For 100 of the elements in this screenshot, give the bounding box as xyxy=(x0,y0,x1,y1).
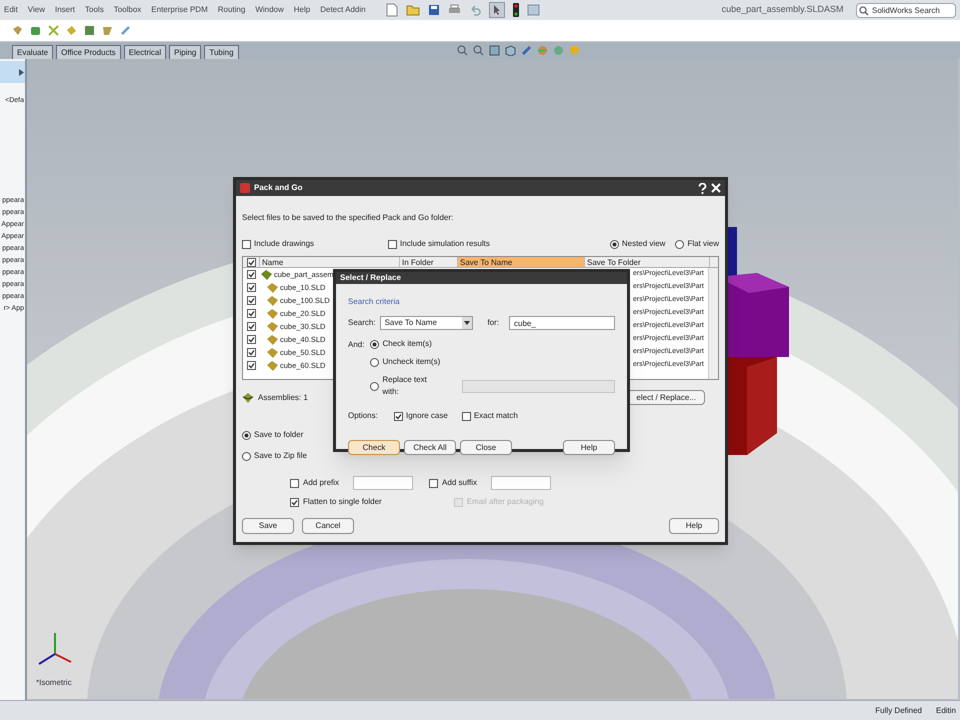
prefix-field[interactable] xyxy=(353,476,414,490)
radio-label: Check item(s) xyxy=(382,338,432,350)
folder-icon[interactable] xyxy=(406,4,420,16)
zoom-icon[interactable] xyxy=(457,45,468,56)
menu-item[interactable]: Help xyxy=(294,4,310,16)
search-field[interactable]: SolidWorks Search xyxy=(856,2,956,18)
field-label: Search: xyxy=(348,317,376,329)
save-icon[interactable] xyxy=(428,4,440,16)
checkbox[interactable] xyxy=(247,309,256,318)
view-cube-icon[interactable] xyxy=(489,45,500,56)
status-text: Editin xyxy=(936,704,956,716)
checkbox[interactable] xyxy=(290,478,299,488)
part-icon[interactable] xyxy=(102,25,113,36)
radio-button[interactable] xyxy=(370,340,380,348)
help-icon[interactable] xyxy=(698,182,707,194)
part-icon xyxy=(267,296,278,306)
checkbox[interactable] xyxy=(247,296,256,305)
checkbox[interactable] xyxy=(247,348,256,357)
checkbox[interactable] xyxy=(247,361,256,370)
radio-button[interactable] xyxy=(370,382,380,390)
traffic-light-icon[interactable] xyxy=(512,3,519,17)
app-icon xyxy=(240,183,250,193)
dialog-button[interactable]: Check xyxy=(348,440,400,455)
dialog-button[interactable]: Save xyxy=(242,518,294,534)
select-all-checkbox[interactable] xyxy=(246,258,256,266)
radio-button[interactable] xyxy=(370,358,380,366)
replace-text-field[interactable] xyxy=(462,380,615,392)
checkbox-label: Email after packaging xyxy=(466,496,544,508)
search-in-dropdown[interactable]: Save To Name xyxy=(380,316,474,330)
search-text-field[interactable]: cube_ xyxy=(509,316,615,330)
part-icon[interactable] xyxy=(30,25,41,36)
part-icon xyxy=(267,308,278,318)
radio-button[interactable] xyxy=(242,452,251,460)
scrollbar[interactable] xyxy=(708,268,718,379)
checkbox[interactable] xyxy=(394,412,403,420)
menu-item[interactable]: Edit xyxy=(4,4,18,16)
checkbox-label: Flatten to single folder xyxy=(303,496,382,508)
menu-item[interactable]: View xyxy=(28,4,45,16)
checkbox-label: Ignore case xyxy=(406,410,448,422)
dialog-title: Pack and Go xyxy=(254,182,302,194)
menu-item[interactable]: Enterprise PDM xyxy=(151,4,208,16)
close-icon[interactable] xyxy=(711,183,721,193)
dialog-button[interactable]: Close xyxy=(460,440,512,455)
view-orientation-label: *Isometric xyxy=(36,677,72,689)
part-icon xyxy=(267,322,278,332)
dialog-button[interactable]: Check All xyxy=(404,440,456,455)
pencil-icon[interactable] xyxy=(120,25,131,36)
part-icon[interactable] xyxy=(84,25,95,36)
radio-button[interactable] xyxy=(610,240,619,248)
zoom-icon[interactable] xyxy=(473,45,484,56)
help-button[interactable]: Help xyxy=(563,440,615,455)
suffix-field[interactable] xyxy=(491,476,552,490)
checkbox[interactable] xyxy=(429,478,438,488)
checkbox[interactable] xyxy=(247,283,256,292)
checkbox-label: Exact match xyxy=(474,410,518,422)
part-icon[interactable] xyxy=(12,25,23,36)
assembly-icon xyxy=(242,392,254,404)
menu-item[interactable]: Tools xyxy=(85,4,104,16)
checkbox[interactable] xyxy=(290,498,299,506)
menu-item[interactable]: Window xyxy=(255,4,284,16)
checkbox[interactable] xyxy=(462,412,471,420)
select-replace-button[interactable]: elect / Replace... xyxy=(627,390,705,405)
column-header[interactable]: Save To Folder xyxy=(585,257,710,267)
toolbar-tab[interactable]: Piping xyxy=(169,45,202,59)
checkbox[interactable] xyxy=(247,270,256,279)
menu-item[interactable]: Insert xyxy=(55,4,76,16)
view-cube-icon[interactable] xyxy=(505,45,516,56)
checkbox-label: Include drawings xyxy=(254,238,314,250)
part-icon xyxy=(267,348,278,358)
printer-icon[interactable] xyxy=(448,4,461,16)
checkbox[interactable] xyxy=(247,322,256,331)
checkbox[interactable] xyxy=(388,240,398,248)
radio-label: Nested view xyxy=(622,238,666,250)
new-document-icon[interactable] xyxy=(386,3,398,17)
radio-button[interactable] xyxy=(242,430,251,440)
menu-item[interactable]: Routing xyxy=(218,4,246,16)
help-button[interactable]: Help xyxy=(669,518,719,534)
radio-label: Replace text with: xyxy=(382,374,428,398)
assembly-count: Assemblies: 1 xyxy=(258,392,308,404)
toolbar-tab[interactable]: Evaluate xyxy=(12,45,54,59)
radio-button[interactable] xyxy=(675,240,684,248)
checkbox[interactable] xyxy=(242,240,251,248)
instruction-text: Select files to be saved to the specified Pack and Go folder: xyxy=(242,212,454,224)
toolbar-tab[interactable]: Tubing xyxy=(204,45,239,59)
part-icon xyxy=(267,360,278,370)
column-header[interactable]: Save To Name xyxy=(458,257,585,267)
dialog-button[interactable]: Cancel xyxy=(302,518,354,534)
menu-item[interactable]: Toolbox xyxy=(114,4,142,16)
column-header[interactable]: Name xyxy=(260,257,400,267)
part-icon xyxy=(267,334,278,344)
checkbox[interactable] xyxy=(247,335,256,344)
part-icon xyxy=(267,282,278,292)
checkbox-label: Add prefix xyxy=(303,477,340,489)
menu-item[interactable]: Detect Addin xyxy=(320,4,366,16)
field-label: And: xyxy=(348,339,364,351)
toolbar-tab[interactable]: Electrical xyxy=(124,45,166,59)
options-icon[interactable] xyxy=(526,4,540,16)
expand-arrow-icon[interactable] xyxy=(19,68,24,76)
toolbar-tab[interactable]: Office Products xyxy=(56,45,121,59)
display-style-icon[interactable] xyxy=(521,45,532,56)
